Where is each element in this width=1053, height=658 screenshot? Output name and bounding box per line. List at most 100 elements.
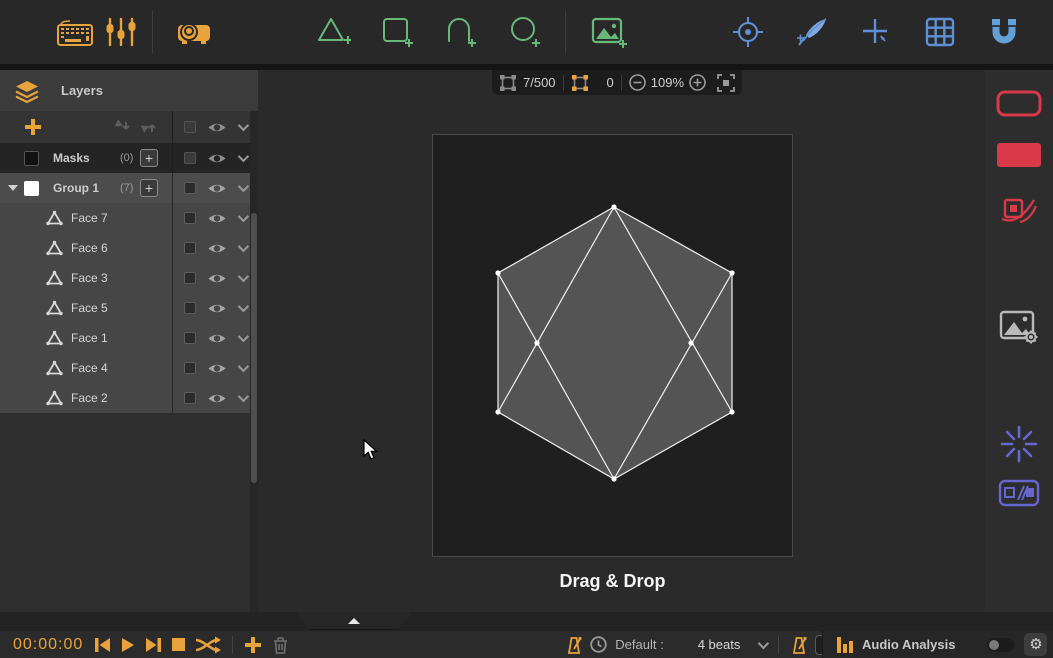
face-checkbox[interactable] [184,242,196,254]
bezier-warp-button[interactable] [789,9,835,55]
group-label: Group 1 [53,181,99,195]
bpm-metronome-icon [791,635,807,655]
zoom-in-button[interactable] [689,74,706,91]
masks-checkbox[interactable] [184,152,196,164]
group-color-swatch[interactable] [24,181,39,196]
audio-settings-button[interactable]: ⚙ [1024,633,1047,656]
face-chevron-icon[interactable] [238,361,249,372]
projector-icon [175,16,213,48]
triangle-face-icon [46,300,63,316]
audio-analysis-label: Audio Analysis [862,637,955,652]
fit-view-button[interactable] [717,74,735,92]
face-eye-icon[interactable] [207,392,227,405]
face-checkbox[interactable] [184,272,196,284]
beats-dropdown-chevron-icon[interactable] [758,637,769,648]
face-checkbox[interactable] [184,302,196,314]
add-point-button[interactable] [853,9,899,55]
layer-row-face[interactable]: Face 3 [0,263,258,293]
expand-all-chevron-icon[interactable] [238,120,249,131]
transitions-button[interactable] [992,478,1046,508]
face-eye-icon[interactable] [207,242,227,255]
visibility-all-eye-icon[interactable] [207,121,227,134]
group-expand-caret-icon[interactable] [8,185,18,191]
skip-back-button[interactable] [89,637,116,653]
outline-style-button[interactable] [992,90,1046,117]
add-quad-button[interactable] [374,9,420,55]
group-checkbox[interactable] [184,182,196,194]
face-checkbox[interactable] [184,362,196,374]
masks-eye-icon[interactable] [207,152,227,165]
triangle-face-icon [46,360,63,376]
delete-sequence-button[interactable] [267,636,294,654]
gear-icon: ⚙ [1029,637,1042,652]
layer-row-face[interactable]: Face 7 [0,203,258,233]
shuffle-button[interactable] [190,636,226,654]
output-projector-button[interactable] [171,9,217,55]
mapping-canvas[interactable]: 7/500 0 109% [258,70,985,612]
audio-analysis-toggle[interactable] [987,638,1014,652]
add-mask-button[interactable]: + [140,149,158,167]
add-face-button[interactable]: + [140,179,158,197]
trash-icon [272,636,289,654]
move-layer-up-icon[interactable] [139,119,159,135]
face-checkbox[interactable] [184,212,196,224]
face-chevron-icon[interactable] [238,331,249,342]
shape-animation-button[interactable] [992,192,1046,226]
projection-surface[interactable] [432,134,793,557]
add-arch-button[interactable] [438,9,484,55]
add-image-button[interactable] [586,9,632,55]
add-circle-button[interactable] [502,9,548,55]
face-eye-icon[interactable] [207,212,227,225]
clock-icon [590,636,607,653]
keyboard-shortcuts-button[interactable] [52,9,98,55]
grid-snap-button[interactable] [917,9,963,55]
layer-row-face[interactable]: Face 4 [0,353,258,383]
add-sequence-button[interactable] [239,636,267,654]
skip-forward-button[interactable] [140,637,167,653]
face-checkbox[interactable] [184,332,196,344]
face-eye-icon[interactable] [207,332,227,345]
stop-button[interactable] [167,638,190,651]
face-eye-icon[interactable] [207,272,227,285]
group-chevron-icon[interactable] [238,181,249,192]
layer-row-masks[interactable]: Masks (0) + [0,143,258,173]
face-chevron-icon[interactable] [238,241,249,252]
group-eye-icon[interactable] [207,182,227,195]
masks-color-swatch[interactable] [24,151,39,166]
face-eye-icon[interactable] [207,302,227,315]
layers-scrollbar-thumb[interactable] [251,213,257,483]
beat-preset-control[interactable]: Default : 4 beats [566,635,766,655]
face-label: Face 7 [71,211,108,225]
layers-scrollbar[interactable] [250,111,258,612]
projection-shape[interactable] [433,135,794,558]
layer-row-face[interactable]: Face 1 [0,323,258,353]
test-pattern-button[interactable] [725,9,771,55]
fill-style-button[interactable] [992,142,1046,168]
media-settings-button[interactable] [992,308,1046,346]
effects-button[interactable] [992,424,1046,464]
zoom-out-button[interactable] [629,74,646,91]
layer-row-face[interactable]: Face 6 [0,233,258,263]
timeline-expand-tab[interactable] [296,612,412,630]
panel-divider [172,111,173,143]
panel-divider [172,323,173,353]
magnet-snap-button[interactable] [981,9,1027,55]
controls-mapping-button[interactable] [98,9,144,55]
masks-counter: 0 [607,75,614,90]
select-all-checkbox[interactable] [184,121,196,133]
add-triangle-button[interactable] [310,9,356,55]
play-button[interactable] [116,637,140,653]
layer-row-group[interactable]: Group 1 (7) + [0,173,258,203]
masks-chevron-icon[interactable] [238,151,249,162]
layer-row-face[interactable]: Face 5 [0,293,258,323]
face-eye-icon[interactable] [207,362,227,375]
add-layer-button[interactable] [23,117,43,137]
face-chevron-icon[interactable] [238,271,249,282]
face-checkbox[interactable] [184,392,196,404]
layer-row-face[interactable]: Face 2 [0,383,258,413]
face-chevron-icon[interactable] [238,211,249,222]
face-chevron-icon[interactable] [238,301,249,312]
move-layer-down-icon[interactable] [113,119,133,135]
face-chevron-icon[interactable] [238,391,249,402]
sliders-icon [104,16,138,48]
